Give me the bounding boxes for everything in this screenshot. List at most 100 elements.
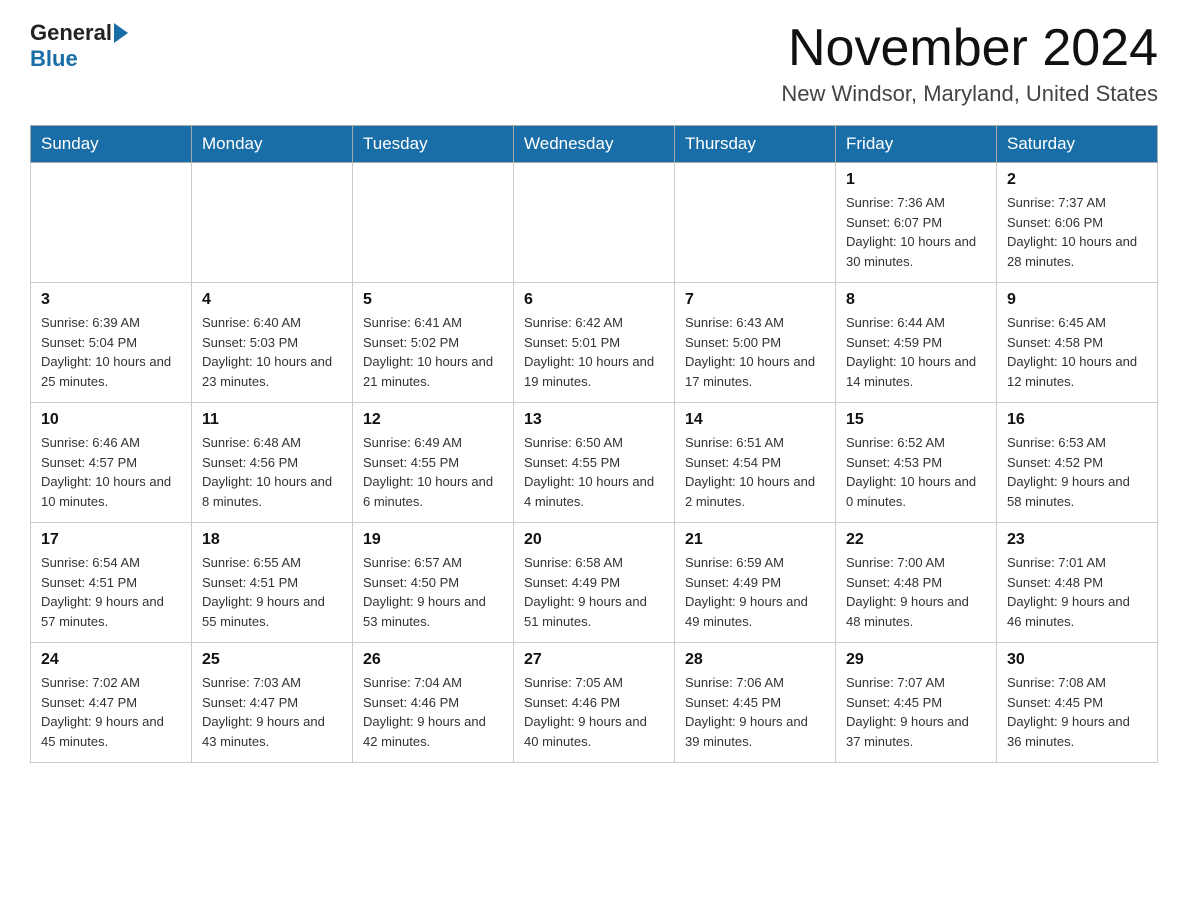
day-number: 1 [846,171,986,189]
day-number: 8 [846,291,986,309]
day-number: 20 [524,531,664,549]
day-detail: Sunrise: 7:06 AMSunset: 4:45 PMDaylight:… [685,673,825,751]
day-number: 26 [363,651,503,669]
day-number: 14 [685,411,825,429]
calendar-week-row: 10Sunrise: 6:46 AMSunset: 4:57 PMDayligh… [31,403,1158,523]
day-number: 9 [1007,291,1147,309]
calendar-day-cell: 6 Sunrise: 6:42 AMSunset: 5:01 PMDaylight… [514,283,675,403]
day-detail: Sunrise: 6:55 AMSunset: 4:51 PMDaylight:… [202,553,342,631]
day-detail: Sunrise: 6:49 AMSunset: 4:55 PMDaylight:… [363,433,503,511]
day-number: 29 [846,651,986,669]
calendar-day-cell: 20 Sunrise: 6:58 AMSunset: 4:49 PMDayligh… [514,523,675,643]
day-detail: Sunrise: 6:53 AMSunset: 4:52 PMDaylight:… [1007,433,1147,511]
title-area: November 2024 New Windsor, Maryland, Uni… [781,20,1158,107]
calendar-day-cell: 1 Sunrise: 7:36 AMSunset: 6:07 PMDaylight… [836,163,997,283]
day-number: 18 [202,531,342,549]
calendar-day-cell: 11 Sunrise: 6:48 AMSunset: 4:56 PMDayligh… [192,403,353,523]
calendar-day-cell [31,163,192,283]
calendar-day-cell [514,163,675,283]
calendar-title: November 2024 [781,20,1158,77]
header-monday: Monday [192,126,353,163]
calendar-day-cell: 28 Sunrise: 7:06 AMSunset: 4:45 PMDayligh… [675,643,836,763]
day-detail: Sunrise: 6:40 AMSunset: 5:03 PMDaylight:… [202,313,342,391]
day-number: 10 [41,411,181,429]
calendar-day-cell: 3 Sunrise: 6:39 AMSunset: 5:04 PMDaylight… [31,283,192,403]
day-detail: Sunrise: 7:02 AMSunset: 4:47 PMDaylight:… [41,673,181,751]
day-number: 6 [524,291,664,309]
day-detail: Sunrise: 6:45 AMSunset: 4:58 PMDaylight:… [1007,313,1147,391]
day-detail: Sunrise: 6:42 AMSunset: 5:01 PMDaylight:… [524,313,664,391]
calendar-day-cell: 16Sunrise: 6:53 AMSunset: 4:52 PMDayligh… [997,403,1158,523]
logo-blue-text: Blue [30,46,78,71]
day-number: 27 [524,651,664,669]
calendar-day-cell: 7Sunrise: 6:43 AMSunset: 5:00 PMDaylight… [675,283,836,403]
day-number: 30 [1007,651,1147,669]
day-detail: Sunrise: 7:03 AMSunset: 4:47 PMDaylight:… [202,673,342,751]
day-detail: Sunrise: 6:59 AMSunset: 4:49 PMDaylight:… [685,553,825,631]
day-number: 24 [41,651,181,669]
day-number: 2 [1007,171,1147,189]
calendar-day-cell: 15Sunrise: 6:52 AMSunset: 4:53 PMDayligh… [836,403,997,523]
day-detail: Sunrise: 7:36 AMSunset: 6:07 PMDaylight:… [846,193,986,271]
day-detail: Sunrise: 7:08 AMSunset: 4:45 PMDaylight:… [1007,673,1147,751]
calendar-day-cell: 26 Sunrise: 7:04 AMSunset: 4:46 PMDayligh… [353,643,514,763]
day-number: 11 [202,411,342,429]
header-thursday: Thursday [675,126,836,163]
day-number: 19 [363,531,503,549]
day-number: 5 [363,291,503,309]
day-number: 23 [1007,531,1147,549]
calendar-day-cell: 13 Sunrise: 6:50 AMSunset: 4:55 PMDayligh… [514,403,675,523]
day-detail: Sunrise: 6:51 AMSunset: 4:54 PMDaylight:… [685,433,825,511]
day-detail: Sunrise: 6:48 AMSunset: 4:56 PMDaylight:… [202,433,342,511]
header-saturday: Saturday [997,126,1158,163]
calendar-day-cell: 9 Sunrise: 6:45 AMSunset: 4:58 PMDaylight… [997,283,1158,403]
day-number: 25 [202,651,342,669]
calendar-header-row: SundayMondayTuesdayWednesdayThursdayFrid… [31,126,1158,163]
day-detail: Sunrise: 7:01 AMSunset: 4:48 PMDaylight:… [1007,553,1147,631]
page-header: General Blue November 2024 New Windsor, … [30,20,1158,107]
calendar-day-cell: 5 Sunrise: 6:41 AMSunset: 5:02 PMDaylight… [353,283,514,403]
calendar-subtitle: New Windsor, Maryland, United States [781,81,1158,107]
day-number: 4 [202,291,342,309]
calendar-day-cell: 24 Sunrise: 7:02 AMSunset: 4:47 PMDayligh… [31,643,192,763]
day-number: 28 [685,651,825,669]
calendar-day-cell: 27 Sunrise: 7:05 AMSunset: 4:46 PMDayligh… [514,643,675,763]
calendar-week-row: 17 Sunrise: 6:54 AMSunset: 4:51 PMDayligh… [31,523,1158,643]
calendar-week-row: 24 Sunrise: 7:02 AMSunset: 4:47 PMDayligh… [31,643,1158,763]
day-detail: Sunrise: 6:52 AMSunset: 4:53 PMDaylight:… [846,433,986,511]
day-number: 22 [846,531,986,549]
day-detail: Sunrise: 6:44 AMSunset: 4:59 PMDaylight:… [846,313,986,391]
day-detail: Sunrise: 6:54 AMSunset: 4:51 PMDaylight:… [41,553,181,631]
day-detail: Sunrise: 6:41 AMSunset: 5:02 PMDaylight:… [363,313,503,391]
calendar-day-cell: 2 Sunrise: 7:37 AMSunset: 6:06 PMDaylight… [997,163,1158,283]
day-detail: Sunrise: 6:50 AMSunset: 4:55 PMDaylight:… [524,433,664,511]
header-friday: Friday [836,126,997,163]
header-sunday: Sunday [31,126,192,163]
header-wednesday: Wednesday [514,126,675,163]
day-number: 13 [524,411,664,429]
day-number: 3 [41,291,181,309]
calendar-table: SundayMondayTuesdayWednesdayThursdayFrid… [30,125,1158,763]
calendar-day-cell: 30 Sunrise: 7:08 AMSunset: 4:45 PMDayligh… [997,643,1158,763]
calendar-day-cell [675,163,836,283]
calendar-week-row: 1 Sunrise: 7:36 AMSunset: 6:07 PMDaylight… [31,163,1158,283]
calendar-day-cell: 29 Sunrise: 7:07 AMSunset: 4:45 PMDayligh… [836,643,997,763]
logo-triangle-icon [114,23,128,43]
calendar-day-cell: 12 Sunrise: 6:49 AMSunset: 4:55 PMDayligh… [353,403,514,523]
calendar-day-cell [353,163,514,283]
logo-general-text: General [30,20,112,46]
day-detail: Sunrise: 7:04 AMSunset: 4:46 PMDaylight:… [363,673,503,751]
day-detail: Sunrise: 7:07 AMSunset: 4:45 PMDaylight:… [846,673,986,751]
day-detail: Sunrise: 7:05 AMSunset: 4:46 PMDaylight:… [524,673,664,751]
day-detail: Sunrise: 6:39 AMSunset: 5:04 PMDaylight:… [41,313,181,391]
calendar-day-cell: 10Sunrise: 6:46 AMSunset: 4:57 PMDayligh… [31,403,192,523]
calendar-week-row: 3 Sunrise: 6:39 AMSunset: 5:04 PMDaylight… [31,283,1158,403]
calendar-day-cell: 23 Sunrise: 7:01 AMSunset: 4:48 PMDayligh… [997,523,1158,643]
day-detail: Sunrise: 7:00 AMSunset: 4:48 PMDaylight:… [846,553,986,631]
day-number: 12 [363,411,503,429]
day-number: 17 [41,531,181,549]
calendar-day-cell: 18 Sunrise: 6:55 AMSunset: 4:51 PMDayligh… [192,523,353,643]
day-detail: Sunrise: 6:57 AMSunset: 4:50 PMDaylight:… [363,553,503,631]
day-detail: Sunrise: 7:37 AMSunset: 6:06 PMDaylight:… [1007,193,1147,271]
day-detail: Sunrise: 6:58 AMSunset: 4:49 PMDaylight:… [524,553,664,631]
